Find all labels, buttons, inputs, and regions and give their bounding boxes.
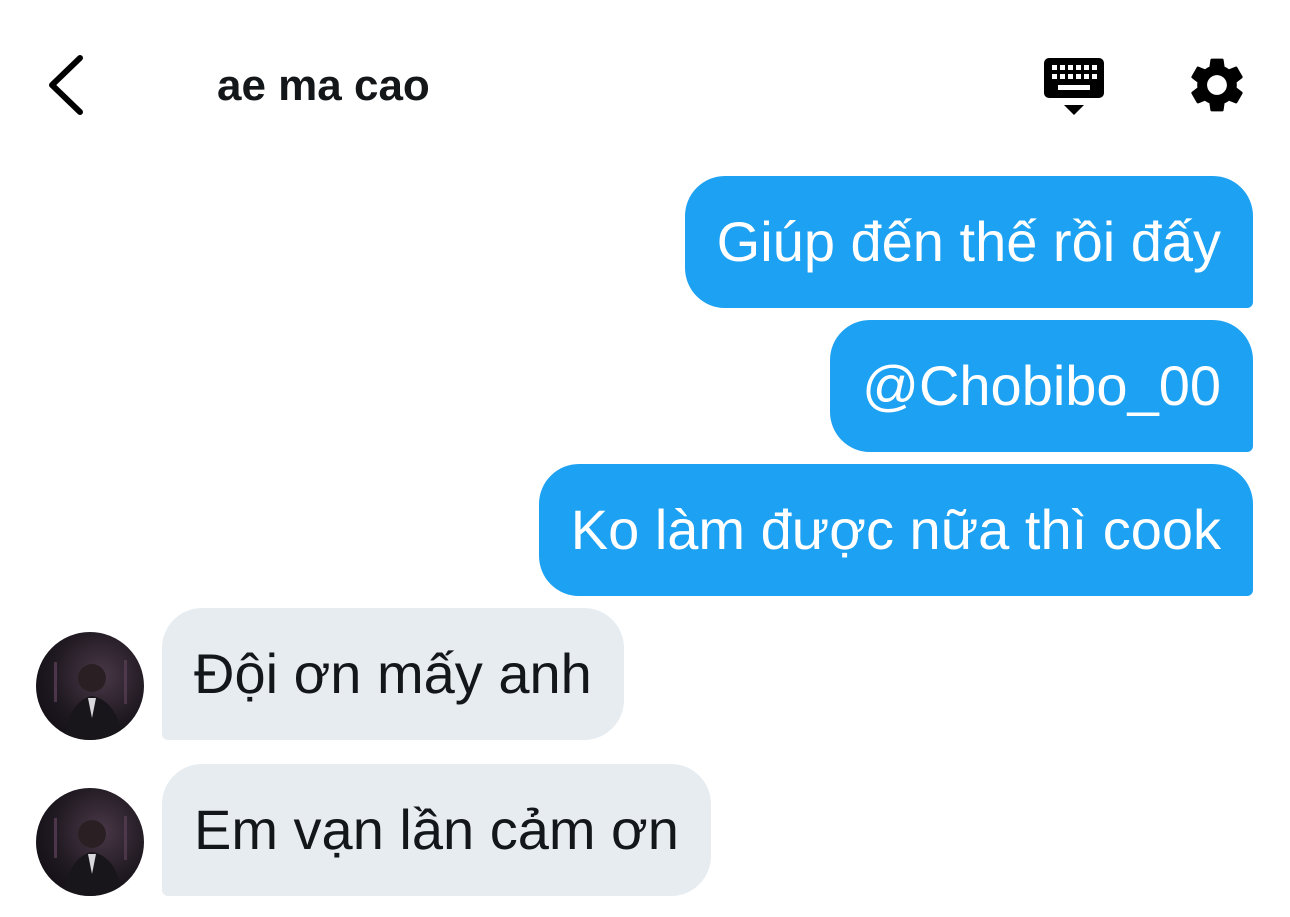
incoming-message[interactable]: Em vạn lần cảm ơn xyxy=(162,764,711,896)
gear-icon xyxy=(1191,58,1243,112)
back-button[interactable] xyxy=(40,50,100,120)
incoming-message[interactable]: Đội ơn mấy anh xyxy=(162,608,624,740)
conversation-header: ae ma cao xyxy=(0,0,1290,160)
conversation-title[interactable]: ae ma cao xyxy=(217,60,430,112)
outgoing-message[interactable]: Giúp đến thế rồi đấy xyxy=(684,176,1253,308)
avatar[interactable] xyxy=(36,788,144,896)
keyboard-icon xyxy=(1044,58,1104,115)
settings-button[interactable] xyxy=(1184,52,1250,118)
keyboard-button[interactable] xyxy=(1040,54,1108,118)
outgoing-message[interactable]: @Chobibo_00 xyxy=(830,320,1253,452)
avatar[interactable] xyxy=(36,632,144,740)
outgoing-message[interactable]: Ko làm được nữa thì cook xyxy=(538,464,1253,596)
chevron-left-icon xyxy=(49,55,83,115)
